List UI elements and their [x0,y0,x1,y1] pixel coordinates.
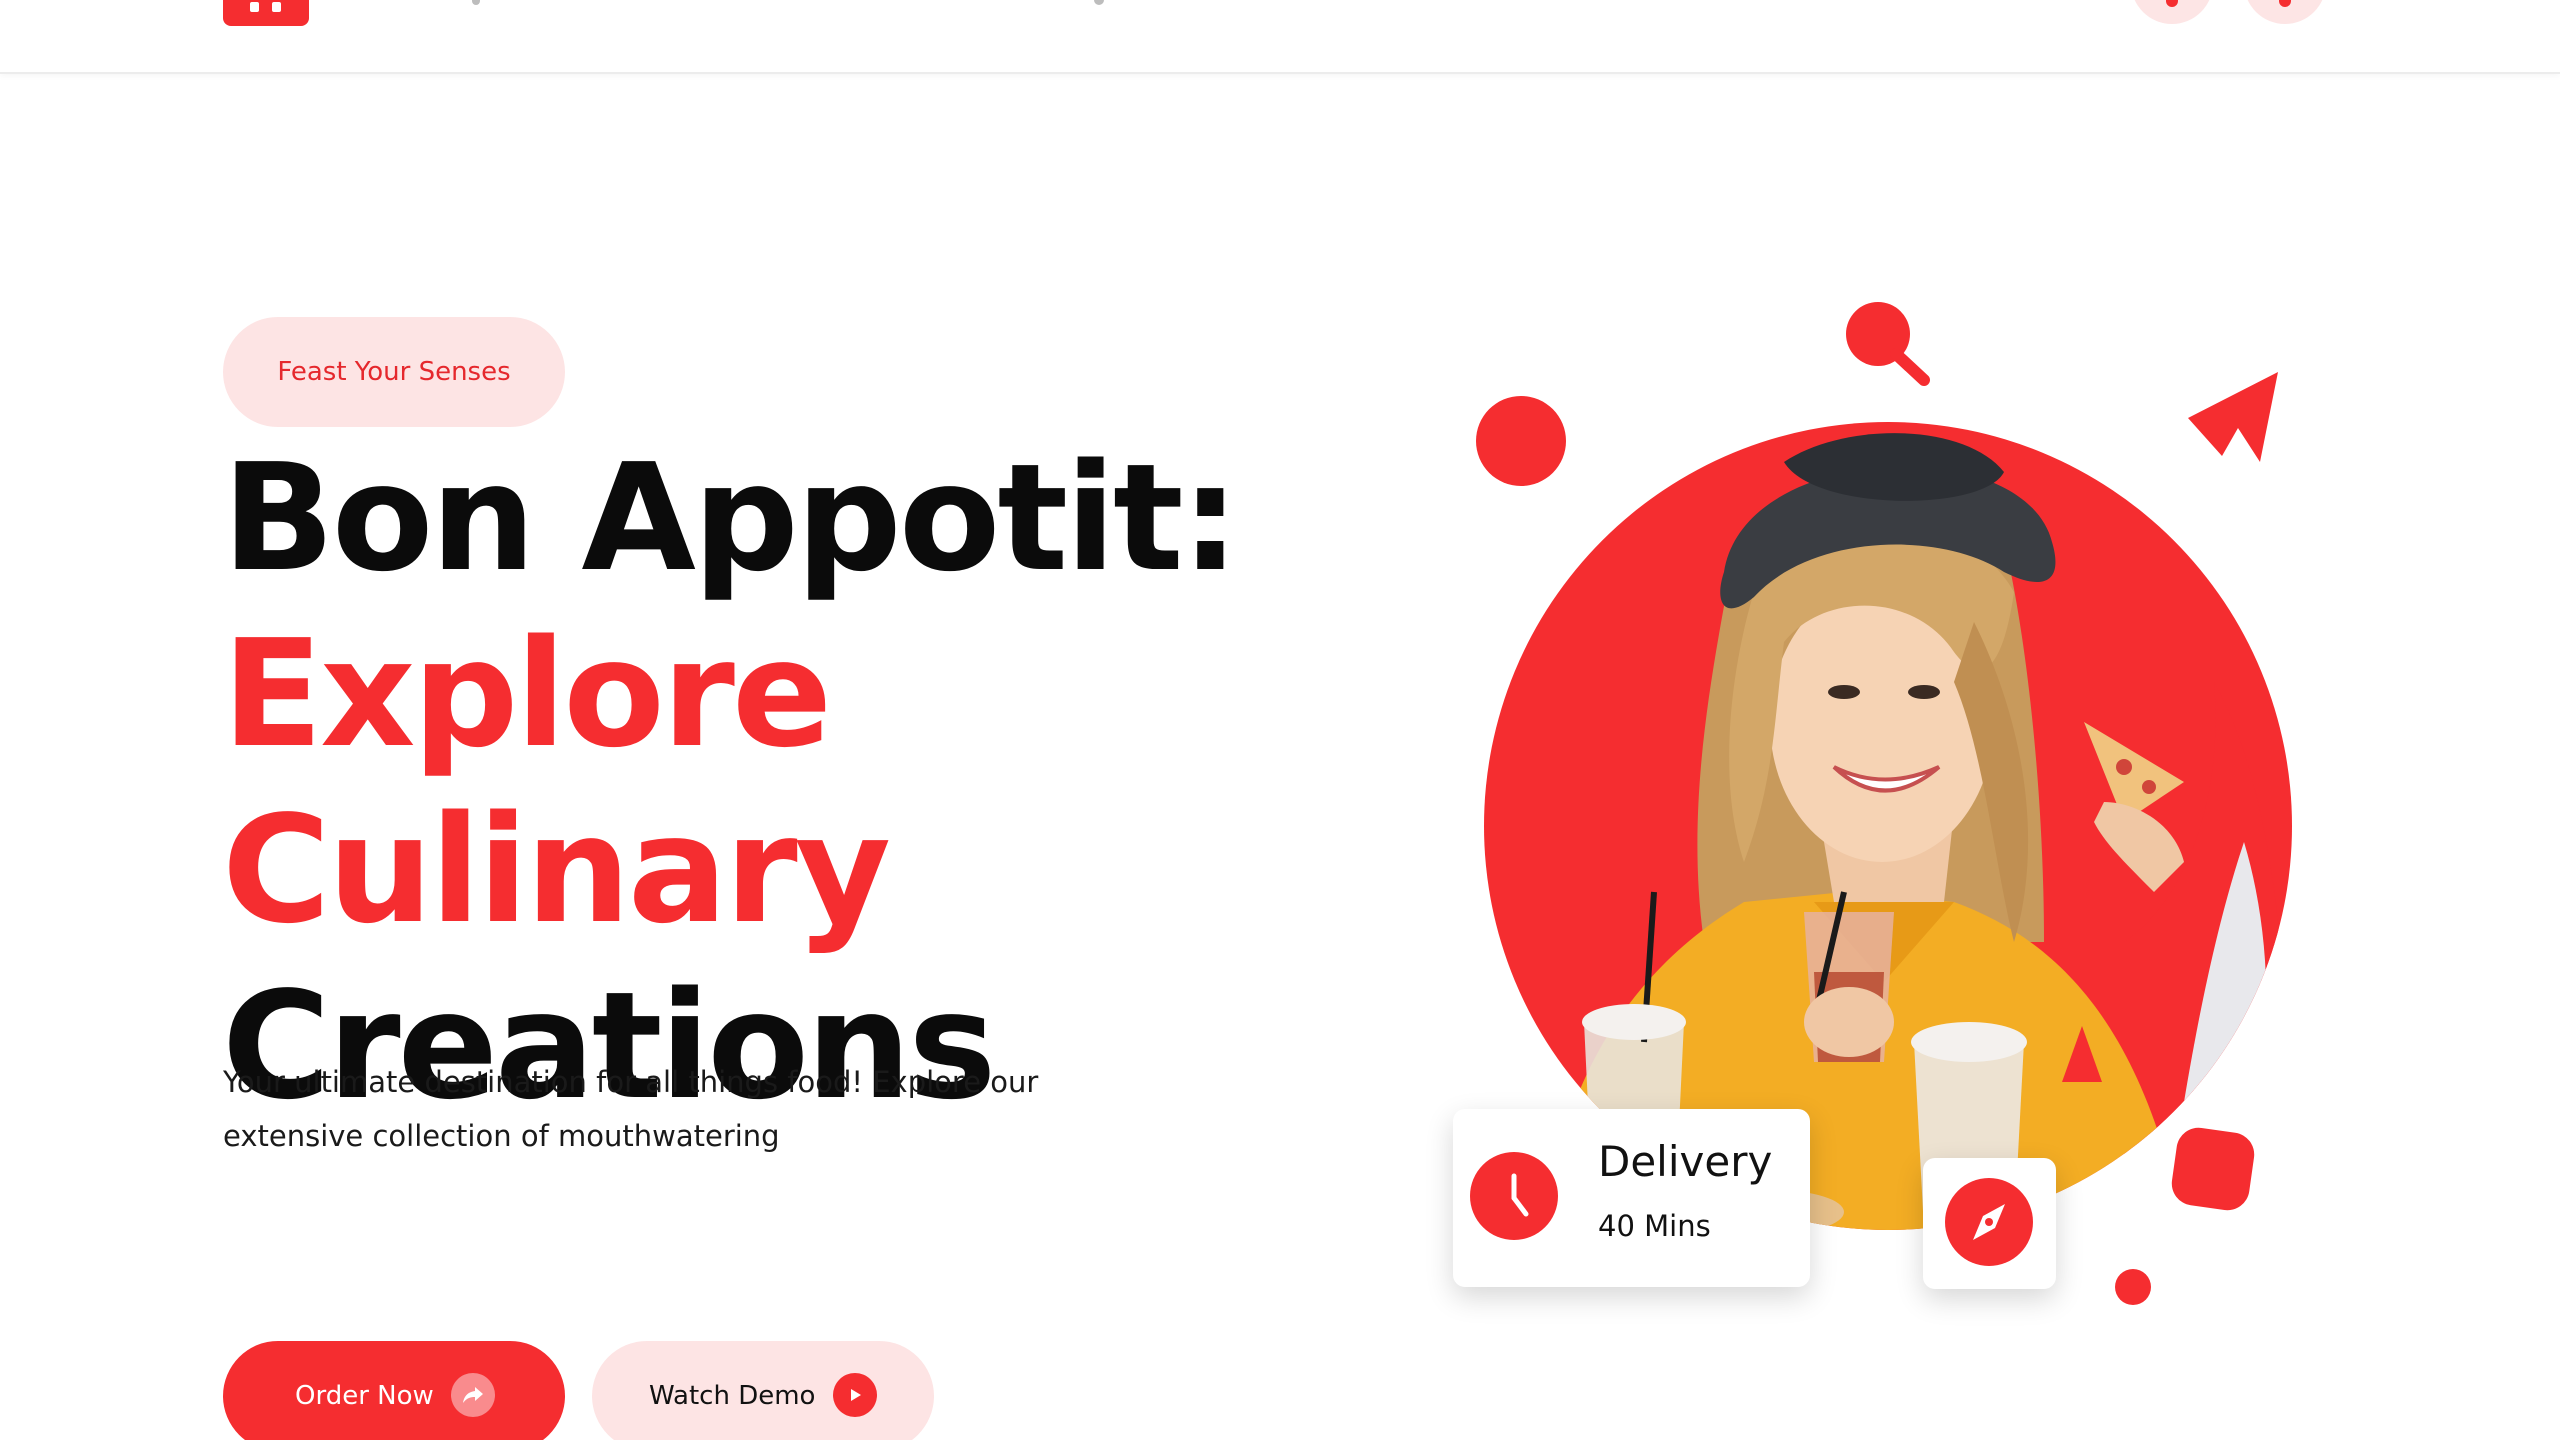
decor-square [2171,1127,2255,1211]
hero-badge: Feast Your Senses [223,317,565,427]
play-icon [833,1373,877,1417]
watch-demo-button[interactable]: Watch Demo [592,1341,934,1440]
hero-description: Your ultimate destination for all things… [223,1065,1039,1153]
phone-button[interactable] [2131,0,2213,24]
phone-icon [2166,0,2178,7]
order-now-label: Order Now [295,1381,434,1411]
headline-line-1: Bon Appotit: [222,432,1240,604]
landing-page: Feast Your Senses Bon Appotit: Explore C… [0,0,2560,1440]
cart-button[interactable] [2244,0,2326,24]
clock-icon [1470,1152,1558,1240]
delivery-card: Delivery 40 Mins [1453,1109,1810,1287]
restaurant-logo-icon[interactable] [223,0,309,26]
compass-card[interactable] [1923,1158,2056,1289]
share-arrow-icon [451,1373,495,1417]
hero-headline: Bon Appotit: Explore Culinary Creations [222,430,1522,1134]
magnifier-deco-icon [1846,302,1930,386]
nav-dropdown-fragment [1094,0,1104,5]
headline-line-2: Explore Culinary [222,608,891,956]
watch-demo-label: Watch Demo [649,1381,816,1411]
delivery-time: 40 Mins [1598,1209,1711,1243]
nav-menu-fragment [472,0,480,5]
cart-icon [2279,0,2291,7]
delivery-title: Delivery [1598,1137,1773,1186]
order-now-button[interactable]: Order Now [223,1341,565,1440]
decor-dot-small [2115,1269,2151,1305]
compass-icon [1945,1178,2033,1266]
site-header [0,0,2560,74]
